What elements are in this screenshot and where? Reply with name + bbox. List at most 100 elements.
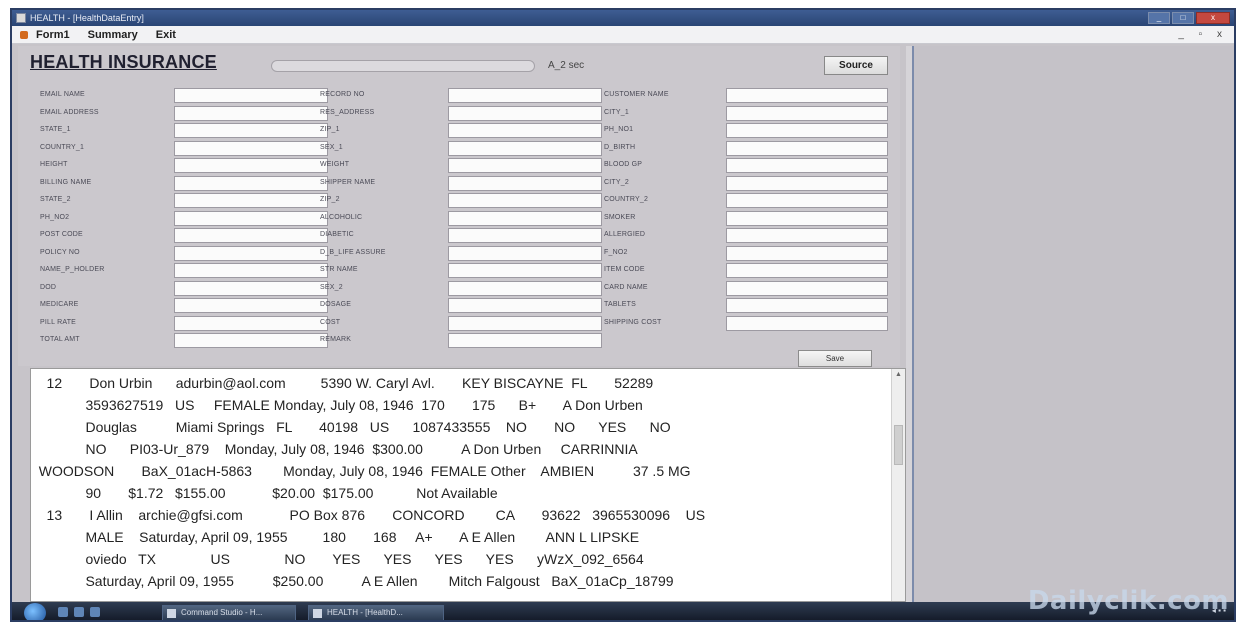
field-input[interactable] bbox=[448, 88, 602, 103]
title-bar: HEALTH - [HealthDataEntry] _ □ x bbox=[12, 10, 1234, 26]
field-input[interactable] bbox=[174, 105, 328, 121]
source-button[interactable]: Source bbox=[824, 56, 888, 75]
field-input[interactable] bbox=[174, 333, 328, 348]
record-line: NO PI03-Ur_879 Monday, July 08, 1946 $30… bbox=[31, 441, 638, 457]
field-label: TOTAL AMT bbox=[40, 336, 80, 343]
field-label: ALCOHOLIC bbox=[320, 213, 363, 221]
minimize-button[interactable]: _ bbox=[1148, 12, 1170, 24]
field-input[interactable] bbox=[726, 210, 888, 226]
field-input[interactable] bbox=[726, 263, 888, 278]
field-input[interactable] bbox=[174, 193, 328, 208]
field-input[interactable] bbox=[726, 280, 888, 296]
field-input[interactable] bbox=[448, 315, 602, 331]
form-field-row: F_NO2 bbox=[604, 245, 894, 264]
maximize-button[interactable]: □ bbox=[1172, 12, 1194, 24]
field-label: D_BIRTH bbox=[604, 143, 636, 151]
quicklaunch-icon[interactable] bbox=[58, 607, 68, 617]
field-label: DIABETIC bbox=[320, 231, 354, 238]
field-input[interactable] bbox=[174, 140, 328, 156]
app-icon bbox=[167, 609, 176, 618]
field-input[interactable] bbox=[174, 88, 328, 103]
field-input[interactable] bbox=[726, 88, 888, 103]
field-label: COST bbox=[320, 318, 341, 326]
field-input[interactable] bbox=[448, 140, 602, 156]
record-line: WOODSON BaX_01acH-5863 Monday, July 08, … bbox=[31, 463, 691, 479]
field-label: SEX_2 bbox=[320, 283, 343, 291]
form-field-row: HEIGHT bbox=[40, 158, 330, 176]
field-input[interactable] bbox=[174, 245, 328, 261]
field-input[interactable] bbox=[174, 263, 328, 278]
field-label: SHIPPER NAME bbox=[320, 178, 376, 186]
field-input[interactable] bbox=[726, 140, 888, 156]
form-field-row: COUNTRY_2 bbox=[604, 193, 894, 211]
form-field-row: COST bbox=[320, 315, 610, 334]
field-column-3: CUSTOMER NAME CITY_1 PH_NO1 D_BIRTH BLOOD GP… bbox=[604, 88, 894, 333]
field-input[interactable] bbox=[174, 210, 328, 226]
field-input[interactable] bbox=[448, 175, 602, 191]
menu-summary[interactable]: Summary bbox=[88, 26, 138, 43]
field-input[interactable] bbox=[174, 175, 328, 191]
start-button[interactable] bbox=[24, 603, 46, 620]
field-input[interactable] bbox=[726, 105, 888, 121]
field-label: ALLERGIED bbox=[604, 231, 646, 238]
taskbar-item-health[interactable]: HEALTH - [HealthD... bbox=[308, 605, 444, 620]
field-input[interactable] bbox=[448, 298, 602, 313]
field-label: COUNTRY_1 bbox=[40, 143, 85, 151]
form-field-row: CARD NAME bbox=[604, 280, 894, 299]
field-label: STR NAME bbox=[320, 266, 358, 273]
field-input[interactable] bbox=[726, 193, 888, 208]
field-input[interactable] bbox=[726, 298, 888, 313]
records-textbox[interactable]: ▲ 12 Don Urbin adurbin@aol.com 5390 W. C… bbox=[30, 368, 906, 602]
field-input[interactable] bbox=[726, 228, 888, 243]
form-field-row: EMAIL NAME bbox=[40, 88, 330, 106]
scrollbar-thumb[interactable] bbox=[894, 425, 903, 465]
taskbar-item-studio[interactable]: Command Studio - H... bbox=[162, 605, 296, 620]
form-field-row: WEIGHT bbox=[320, 158, 610, 176]
field-input[interactable] bbox=[448, 280, 602, 296]
entry-form: HEALTH INSURANCE A_2 sec Source EMAIL NA… bbox=[18, 46, 900, 367]
form-field-row: RECORD NO bbox=[320, 88, 610, 106]
field-input[interactable] bbox=[448, 105, 602, 121]
field-label: PILL RATE bbox=[40, 318, 77, 326]
field-input[interactable] bbox=[726, 245, 888, 261]
field-input[interactable] bbox=[174, 280, 328, 296]
field-input[interactable] bbox=[174, 298, 328, 313]
scroll-up-icon[interactable]: ▲ bbox=[895, 371, 902, 378]
field-input[interactable] bbox=[448, 228, 602, 243]
form-field-row: BLOOD GP bbox=[604, 158, 894, 176]
field-input[interactable] bbox=[448, 123, 602, 138]
form-field-row: ALCOHOLIC bbox=[320, 210, 610, 229]
field-input[interactable] bbox=[726, 158, 888, 173]
field-label: ZIP_2 bbox=[320, 196, 340, 203]
menu-exit[interactable]: Exit bbox=[156, 26, 176, 43]
vertical-scrollbar[interactable]: ▲ bbox=[891, 369, 905, 601]
field-label: REMARK bbox=[320, 336, 352, 343]
field-input[interactable] bbox=[448, 158, 602, 173]
form-field-row: PH_NO2 bbox=[40, 210, 330, 229]
mdi-window-controls[interactable]: _ ▫ x bbox=[1178, 26, 1228, 44]
field-input[interactable] bbox=[448, 333, 602, 348]
field-label: DOSAGE bbox=[320, 301, 352, 308]
field-label: STATE_1 bbox=[40, 126, 71, 133]
field-input[interactable] bbox=[174, 228, 328, 243]
field-input[interactable] bbox=[448, 210, 602, 226]
field-input[interactable] bbox=[726, 123, 888, 138]
field-input[interactable] bbox=[174, 123, 328, 138]
field-input[interactable] bbox=[726, 315, 888, 331]
form-field-row: POST CODE bbox=[40, 228, 330, 246]
taskbar-item-label: HEALTH - [HealthD... bbox=[327, 608, 403, 617]
field-input[interactable] bbox=[174, 315, 328, 331]
field-input[interactable] bbox=[174, 158, 328, 173]
quicklaunch-icon[interactable] bbox=[90, 607, 100, 617]
field-label: F_NO2 bbox=[604, 248, 628, 256]
form-field-row: STR NAME bbox=[320, 263, 610, 281]
close-button[interactable]: x bbox=[1196, 12, 1230, 24]
form-field-row: REMARK bbox=[320, 333, 610, 351]
field-input[interactable] bbox=[726, 175, 888, 191]
field-input[interactable] bbox=[448, 193, 602, 208]
menu-form1[interactable]: Form1 bbox=[36, 26, 70, 43]
field-input[interactable] bbox=[448, 263, 602, 278]
quicklaunch-icon[interactable] bbox=[74, 607, 84, 617]
save-button[interactable]: Save bbox=[798, 350, 872, 367]
field-input[interactable] bbox=[448, 245, 602, 261]
